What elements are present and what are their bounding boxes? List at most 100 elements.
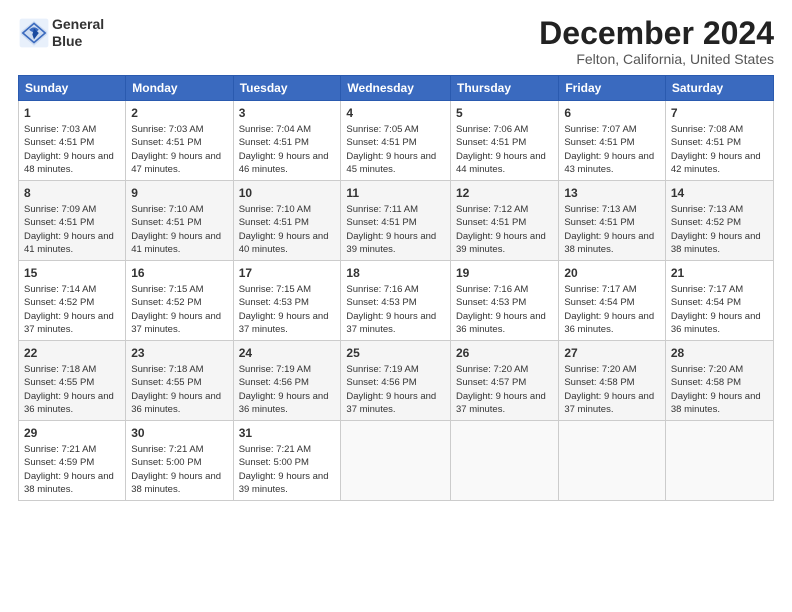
daylight-label: Daylight: 9 hours and 43 minutes.: [564, 151, 654, 175]
sunset-label: Sunset: 4:52 PM: [671, 217, 741, 228]
calendar-cell: 27Sunrise: 7:20 AMSunset: 4:58 PMDayligh…: [559, 341, 666, 421]
sunrise-label: Sunrise: 7:13 AM: [671, 204, 743, 215]
sunrise-label: Sunrise: 7:12 AM: [456, 204, 528, 215]
day-number: 8: [24, 185, 120, 202]
day-number: 20: [564, 265, 660, 282]
sunrise-label: Sunrise: 7:03 AM: [24, 124, 96, 135]
week-row-1: 1Sunrise: 7:03 AMSunset: 4:51 PMDaylight…: [19, 101, 774, 181]
sunrise-label: Sunrise: 7:06 AM: [456, 124, 528, 135]
sunrise-label: Sunrise: 7:20 AM: [671, 364, 743, 375]
day-number: 9: [131, 185, 227, 202]
sunset-label: Sunset: 4:51 PM: [131, 137, 201, 148]
sunset-label: Sunset: 4:53 PM: [346, 297, 416, 308]
sunrise-label: Sunrise: 7:20 AM: [456, 364, 528, 375]
daylight-label: Daylight: 9 hours and 37 minutes.: [456, 391, 546, 415]
calendar-cell: 6 Sunrise: 7:07 AM Sunset: 4:51 PM Daylight…: [559, 101, 666, 181]
day-number: 23: [131, 345, 227, 362]
sunrise-label: Sunrise: 7:14 AM: [24, 284, 96, 295]
calendar-cell: 24Sunrise: 7:19 AMSunset: 4:56 PMDayligh…: [233, 341, 341, 421]
day-number: 6: [564, 105, 660, 122]
day-number: 28: [671, 345, 768, 362]
sunset-label: Sunset: 4:51 PM: [456, 137, 526, 148]
subtitle: Felton, California, United States: [539, 51, 774, 67]
day-number: 14: [671, 185, 768, 202]
day-number: 11: [346, 185, 445, 202]
sunset-label: Sunset: 4:58 PM: [671, 377, 741, 388]
main-title: December 2024: [539, 16, 774, 51]
calendar-cell: 7Sunrise: 7:08 AMSunset: 4:51 PMDaylight…: [665, 101, 773, 181]
calendar-cell: 20Sunrise: 7:17 AMSunset: 4:54 PMDayligh…: [559, 261, 666, 341]
sunset-label: Sunset: 4:51 PM: [671, 137, 741, 148]
sunset-label: Sunset: 5:00 PM: [131, 457, 201, 468]
calendar-cell: [341, 421, 451, 501]
sunset-label: Sunset: 4:51 PM: [456, 217, 526, 228]
day-number: 31: [239, 425, 336, 442]
sunset-label: Sunset: 4:51 PM: [239, 137, 309, 148]
sunset-label: Sunset: 4:54 PM: [564, 297, 634, 308]
sunrise-label: Sunrise: 7:19 AM: [346, 364, 418, 375]
sunset-label: Sunset: 4:51 PM: [24, 217, 94, 228]
day-number: 3: [239, 105, 336, 122]
day-number: 10: [239, 185, 336, 202]
calendar-cell: 26Sunrise: 7:20 AMSunset: 4:57 PMDayligh…: [451, 341, 559, 421]
daylight-label: Daylight: 9 hours and 37 minutes.: [24, 311, 114, 335]
calendar-cell: 23Sunrise: 7:18 AMSunset: 4:55 PMDayligh…: [126, 341, 233, 421]
calendar-cell: 15Sunrise: 7:14 AMSunset: 4:52 PMDayligh…: [19, 261, 126, 341]
daylight-label: Daylight: 9 hours and 38 minutes.: [131, 471, 221, 495]
day-number: 5: [456, 105, 553, 122]
sunset-label: Sunset: 4:56 PM: [239, 377, 309, 388]
sunrise-label: Sunrise: 7:10 AM: [131, 204, 203, 215]
calendar-cell: 19Sunrise: 7:16 AMSunset: 4:53 PMDayligh…: [451, 261, 559, 341]
sunset-label: Sunset: 4:55 PM: [24, 377, 94, 388]
sunrise-label: Sunrise: 7:11 AM: [346, 204, 418, 215]
day-number: 24: [239, 345, 336, 362]
day-number: 13: [564, 185, 660, 202]
daylight-label: Daylight: 9 hours and 40 minutes.: [239, 231, 329, 255]
weekday-header-monday: Monday: [126, 76, 233, 101]
daylight-label: Daylight: 9 hours and 36 minutes.: [24, 391, 114, 415]
calendar-cell: 1Sunrise: 7:03 AMSunset: 4:51 PMDaylight…: [19, 101, 126, 181]
calendar-cell: 2Sunrise: 7:03 AMSunset: 4:51 PMDaylight…: [126, 101, 233, 181]
week-row-4: 22Sunrise: 7:18 AMSunset: 4:55 PMDayligh…: [19, 341, 774, 421]
day-number: 16: [131, 265, 227, 282]
daylight-label: Daylight: 9 hours and 38 minutes.: [671, 391, 761, 415]
sunrise-label: Sunrise: 7:16 AM: [456, 284, 528, 295]
calendar-cell: [451, 421, 559, 501]
week-row-5: 29Sunrise: 7:21 AMSunset: 4:59 PMDayligh…: [19, 421, 774, 501]
calendar-cell: 31Sunrise: 7:21 AMSunset: 5:00 PMDayligh…: [233, 421, 341, 501]
calendar-cell: [665, 421, 773, 501]
sunrise-label: Sunrise: 7:21 AM: [24, 444, 96, 455]
weekday-header-sunday: Sunday: [19, 76, 126, 101]
day-number: 19: [456, 265, 553, 282]
daylight-label: Daylight: 9 hours and 39 minutes.: [239, 471, 329, 495]
logo-text: General Blue: [52, 16, 104, 50]
sunrise-label: Sunrise: 7:03 AM: [131, 124, 203, 135]
header: General Blue December 2024 Felton, Calif…: [18, 16, 774, 67]
sunrise-label: Sunrise: 7:05 AM: [346, 124, 418, 135]
sunset-label: Sunset: 4:54 PM: [671, 297, 741, 308]
sunset-label: Sunset: 4:51 PM: [239, 217, 309, 228]
daylight-label: Daylight: 9 hours and 47 minutes.: [131, 151, 221, 175]
calendar-cell: 30Sunrise: 7:21 AMSunset: 5:00 PMDayligh…: [126, 421, 233, 501]
calendar-cell: 10Sunrise: 7:10 AMSunset: 4:51 PMDayligh…: [233, 181, 341, 261]
daylight-label: Daylight: 9 hours and 38 minutes.: [671, 231, 761, 255]
day-number: 18: [346, 265, 445, 282]
title-block: December 2024 Felton, California, United…: [539, 16, 774, 67]
daylight-label: Daylight: 9 hours and 37 minutes.: [346, 391, 436, 415]
week-row-3: 15Sunrise: 7:14 AMSunset: 4:52 PMDayligh…: [19, 261, 774, 341]
day-number: 25: [346, 345, 445, 362]
sunrise-label: Sunrise: 7:09 AM: [24, 204, 96, 215]
sunset-label: Sunset: 4:59 PM: [24, 457, 94, 468]
daylight-label: Daylight: 9 hours and 36 minutes.: [239, 391, 329, 415]
page: General Blue December 2024 Felton, Calif…: [0, 0, 792, 612]
daylight-label: Daylight: 9 hours and 46 minutes.: [239, 151, 329, 175]
calendar-cell: 21Sunrise: 7:17 AMSunset: 4:54 PMDayligh…: [665, 261, 773, 341]
weekday-header-friday: Friday: [559, 76, 666, 101]
sunrise-label: Sunrise: 7:07 AM: [564, 124, 636, 135]
sunset-label: Sunset: 4:51 PM: [564, 137, 634, 148]
daylight-label: Daylight: 9 hours and 37 minutes.: [564, 391, 654, 415]
day-number: 27: [564, 345, 660, 362]
sunset-label: Sunset: 4:51 PM: [346, 217, 416, 228]
daylight-label: Daylight: 9 hours and 45 minutes.: [346, 151, 436, 175]
calendar-cell: [559, 421, 666, 501]
